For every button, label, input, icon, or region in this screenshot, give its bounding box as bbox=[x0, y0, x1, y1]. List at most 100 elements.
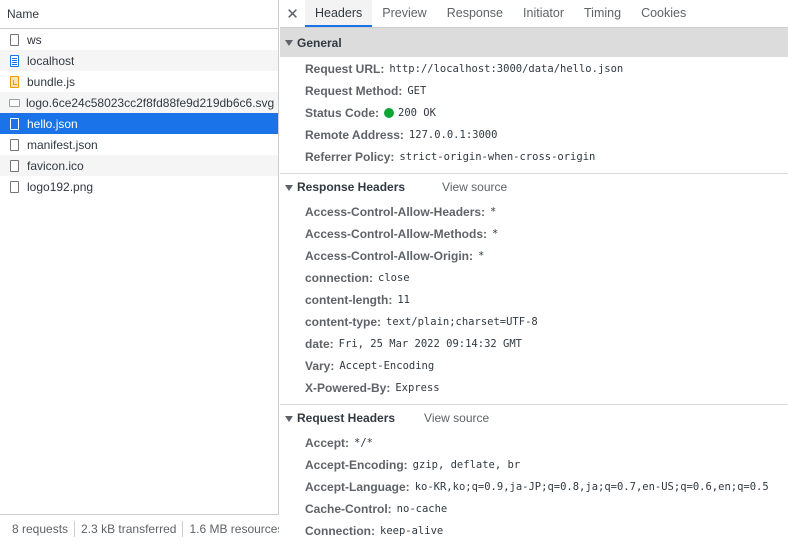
request-row-hello-json[interactable]: hello.json bbox=[0, 113, 278, 134]
blank-file-icon bbox=[10, 138, 19, 151]
request-details-panel: ✕ Headers Preview Response Initiator Tim… bbox=[280, 0, 788, 542]
header-row: connection: close bbox=[280, 267, 788, 289]
header-name: content-length: bbox=[305, 293, 393, 307]
request-row-localhost[interactable]: localhost bbox=[0, 50, 278, 71]
status-ok-icon bbox=[384, 108, 395, 118]
section-title: General bbox=[297, 35, 342, 50]
header-row: Accept-Encoding: gzip, deflate, br bbox=[280, 454, 788, 476]
request-name: localhost bbox=[27, 53, 75, 68]
header-row: Connection: keep-alive bbox=[280, 520, 788, 542]
request-name: hello.json bbox=[27, 116, 78, 131]
header-name: Access-Control-Allow-Origin: bbox=[305, 249, 474, 263]
response-headers-section: Access-Control-Allow-Headers: * Access-C… bbox=[280, 200, 788, 404]
general-section-header[interactable]: General bbox=[280, 28, 788, 57]
request-row-favicon-ico[interactable]: favicon.ico bbox=[0, 155, 278, 176]
tab-response[interactable]: Response bbox=[437, 0, 513, 27]
close-icon[interactable]: ✕ bbox=[280, 0, 305, 27]
tab-preview[interactable]: Preview bbox=[372, 0, 436, 27]
header-row: Vary: Accept-Encoding bbox=[280, 355, 788, 377]
request-name: logo192.png bbox=[27, 179, 94, 194]
header-name: Connection: bbox=[305, 524, 375, 538]
request-list-panel: Name ws localhost bundle.js logo.6ce24c5… bbox=[0, 0, 279, 542]
document-icon bbox=[10, 54, 19, 67]
request-row-manifest-json[interactable]: manifest.json bbox=[0, 134, 278, 155]
section-title: Request Headers bbox=[297, 411, 396, 425]
header-row: Accept: */* bbox=[280, 432, 788, 454]
details-tab-bar: ✕ Headers Preview Response Initiator Tim… bbox=[280, 0, 788, 28]
header-name: Access-Control-Allow-Headers: bbox=[305, 205, 486, 219]
header-value: */* bbox=[354, 437, 373, 449]
view-source-link[interactable]: View source bbox=[442, 180, 507, 194]
blank-file-icon bbox=[10, 180, 19, 193]
request-url-value: http://localhost:3000/data/hello.json bbox=[389, 63, 624, 75]
view-source-link[interactable]: View source bbox=[424, 411, 489, 425]
header-value: * bbox=[492, 228, 499, 240]
referrer-policy-value: strict-origin-when-cross-origin bbox=[399, 151, 596, 163]
name-column-header[interactable]: Name bbox=[0, 0, 278, 29]
tab-cookies[interactable]: Cookies bbox=[631, 0, 696, 27]
header-name: Accept-Encoding: bbox=[305, 458, 408, 472]
request-method-value: GET bbox=[407, 85, 427, 97]
header-name: Accept: bbox=[305, 436, 350, 450]
header-row: X-Powered-By: Express bbox=[280, 377, 788, 399]
header-row: content-length: 11 bbox=[280, 289, 788, 311]
header-row: Referrer Policy: strict-origin-when-cros… bbox=[280, 146, 788, 168]
expand-triangle-icon bbox=[285, 184, 293, 191]
header-row: Cache-Control: no-cache bbox=[280, 498, 788, 520]
image-icon bbox=[9, 98, 20, 107]
general-section: Request URL: http://localhost:3000/data/… bbox=[280, 57, 788, 173]
network-summary-bar: 8 requests 2.3 kB transferred 1.6 MB res… bbox=[0, 514, 279, 542]
header-value: keep-alive bbox=[380, 525, 444, 537]
header-value: * bbox=[478, 250, 485, 262]
header-row: Access-Control-Allow-Headers: * bbox=[280, 201, 788, 223]
blank-file-icon bbox=[10, 33, 19, 46]
section-title: Response Headers bbox=[297, 180, 406, 194]
header-name: X-Powered-By: bbox=[305, 381, 391, 395]
expand-triangle-icon bbox=[285, 40, 293, 46]
header-row: date: Fri, 25 Mar 2022 09:14:32 GMT bbox=[280, 333, 788, 355]
header-row: Remote Address: 127.0.0.1:3000 bbox=[280, 124, 788, 146]
response-headers-section-header[interactable]: Response Headers View source bbox=[280, 173, 788, 200]
expand-triangle-icon bbox=[285, 415, 293, 422]
blank-file-icon bbox=[10, 159, 19, 172]
header-row: Accept-Language: ko-KR,ko;q=0.9,ja-JP;q=… bbox=[280, 476, 788, 498]
tab-timing[interactable]: Timing bbox=[574, 0, 631, 27]
request-name: bundle.js bbox=[27, 74, 76, 89]
header-name: Accept-Language: bbox=[305, 480, 410, 494]
request-row-bundle-js[interactable]: bundle.js bbox=[0, 71, 278, 92]
request-row-ws[interactable]: ws bbox=[0, 29, 278, 50]
request-headers-section: Accept: */* Accept-Encoding: gzip, defla… bbox=[280, 431, 788, 542]
request-name: manifest.json bbox=[27, 137, 98, 152]
header-value: Fri, 25 Mar 2022 09:14:32 GMT bbox=[338, 338, 522, 350]
header-name: Request Method: bbox=[305, 84, 403, 98]
header-row: Status Code: 200 OK bbox=[280, 102, 788, 124]
header-name: Access-Control-Allow-Methods: bbox=[305, 227, 488, 241]
header-value: no-cache bbox=[396, 503, 448, 515]
header-name: Vary: bbox=[305, 359, 335, 373]
tab-initiator[interactable]: Initiator bbox=[513, 0, 574, 27]
header-value: text/plain;charset=UTF-8 bbox=[386, 316, 538, 328]
header-value: * bbox=[490, 206, 497, 218]
header-name: content-type: bbox=[305, 315, 381, 329]
header-value: Accept-Encoding bbox=[339, 360, 435, 372]
header-name: Remote Address: bbox=[305, 128, 404, 142]
resources-size: 1.6 MB resources bbox=[189, 521, 279, 536]
request-headers-section-header[interactable]: Request Headers View source bbox=[280, 404, 788, 431]
request-name: ws bbox=[27, 32, 42, 47]
request-row-logo-svg[interactable]: logo.6ce24c58023cc2f8fd88fe9d219db6c6.sv… bbox=[0, 92, 278, 113]
request-name: favicon.ico bbox=[27, 158, 84, 173]
tab-headers[interactable]: Headers bbox=[305, 0, 373, 27]
header-row: Access-Control-Allow-Methods: * bbox=[280, 223, 788, 245]
header-value: Express bbox=[395, 382, 440, 394]
blank-file-icon bbox=[10, 117, 19, 130]
transferred-size: 2.3 kB transferred bbox=[75, 520, 184, 537]
remote-address-value: 127.0.0.1:3000 bbox=[408, 129, 498, 141]
header-row: Access-Control-Allow-Origin: * bbox=[280, 245, 788, 267]
header-name: Status Code: bbox=[305, 106, 380, 120]
script-icon bbox=[10, 75, 19, 88]
status-code-value: 200 OK bbox=[398, 107, 436, 119]
header-name: connection: bbox=[305, 271, 373, 285]
header-name: date: bbox=[305, 337, 334, 351]
request-row-logo192-png[interactable]: logo192.png bbox=[0, 176, 278, 197]
header-value: 11 bbox=[397, 294, 410, 306]
